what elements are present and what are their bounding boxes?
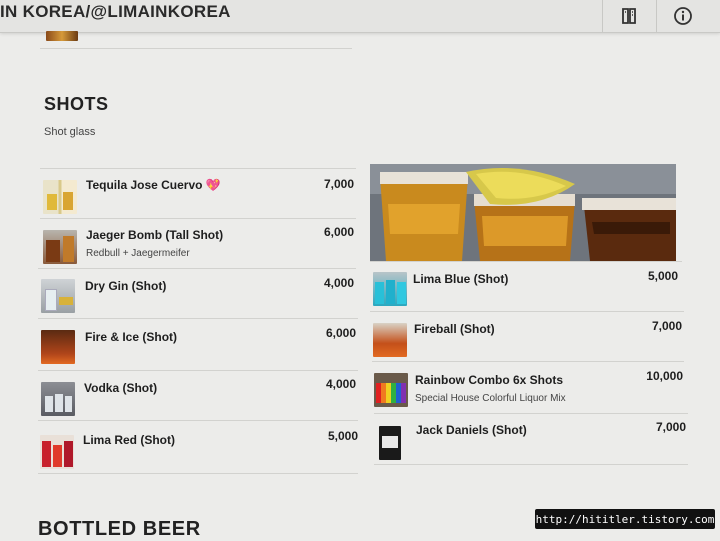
- item-price: 6,000: [325, 326, 356, 340]
- item-price: 7,000: [651, 319, 682, 333]
- tequila-shots-photo: [370, 164, 676, 261]
- menu-item[interactable]: Lima Red (Shot) 5,000: [38, 420, 358, 474]
- section-title: SHOTS: [44, 94, 109, 114]
- item-name: Tequila Jose Cuervo 💖: [86, 178, 221, 192]
- item-thumbnail: [41, 382, 75, 416]
- item-name: Rainbow Combo 6x Shots: [415, 373, 564, 387]
- item-price: 10,000: [646, 369, 683, 383]
- menu-item[interactable]: Vodka (Shot) 4,000: [38, 370, 358, 421]
- item-name: Fireball (Shot): [414, 322, 495, 336]
- item-price: 5,000: [327, 429, 358, 443]
- item-thumbnail: [373, 272, 407, 306]
- top-bar: IN KOREA/@LIMAINKOREA: [0, 0, 720, 33]
- item-thumbnail: [373, 323, 407, 357]
- menu-item[interactable]: Rainbow Combo 6x Shots Special House Col…: [372, 361, 684, 414]
- next-section-title: BOTTLED BEER: [38, 518, 201, 540]
- item-name: Jaeger Bomb (Tall Shot): [86, 228, 224, 242]
- item-name: Lima Blue (Shot): [413, 272, 509, 286]
- item-thumbnail: [379, 426, 401, 460]
- item-name: Dry Gin (Shot): [85, 279, 167, 293]
- item-price: 7,000: [655, 420, 686, 434]
- item-thumbnail: [374, 373, 408, 407]
- item-price: 4,000: [323, 276, 354, 290]
- info-icon: [674, 7, 692, 25]
- item-thumbnail: [40, 435, 74, 469]
- menu-item[interactable]: Tequila Jose Cuervo 💖 7,000: [40, 168, 356, 219]
- divider: [40, 48, 352, 49]
- item-name: Jack Daniels (Shot): [416, 423, 527, 437]
- menu-item[interactable]: Jack Daniels (Shot) 7,000: [374, 413, 688, 465]
- item-price: 7,000: [323, 177, 354, 191]
- menu-item[interactable]: Jaeger Bomb (Tall Shot) Redbull + Jaeger…: [40, 218, 356, 269]
- item-thumbnail: [43, 230, 77, 264]
- menu-item[interactable]: Fire & Ice (Shot) 6,000: [38, 318, 358, 371]
- item-thumbnail: [41, 330, 75, 364]
- menu-book-button[interactable]: [602, 0, 655, 32]
- item-description: Special House Colorful Liquor Mix: [415, 393, 566, 404]
- item-thumbnail: [43, 180, 77, 214]
- item-price: 6,000: [323, 225, 354, 239]
- page-title: IN KOREA/@LIMAINKOREA: [0, 2, 231, 21]
- info-button[interactable]: [656, 0, 709, 32]
- item-description: Redbull + Jaegermeifer: [86, 248, 190, 259]
- previous-item-thumbnail: [46, 31, 78, 41]
- menu-book-icon: [622, 8, 636, 24]
- watermark: http://hititler.tistory.com: [535, 509, 715, 529]
- shots-hero-image: [370, 164, 676, 261]
- menu-item[interactable]: Dry Gin (Shot) 4,000: [38, 268, 356, 319]
- menu-item[interactable]: Lima Blue (Shot) 5,000: [370, 261, 682, 312]
- section-subtitle: Shot glass: [44, 126, 96, 138]
- item-name: Fire & Ice (Shot): [85, 330, 178, 344]
- item-name: Lima Red (Shot): [83, 433, 175, 447]
- item-price: 4,000: [325, 377, 356, 391]
- menu-item[interactable]: Fireball (Shot) 7,000: [370, 311, 684, 362]
- item-price: 5,000: [647, 269, 678, 283]
- item-thumbnail: [41, 279, 75, 313]
- item-name: Vodka (Shot): [84, 381, 158, 395]
